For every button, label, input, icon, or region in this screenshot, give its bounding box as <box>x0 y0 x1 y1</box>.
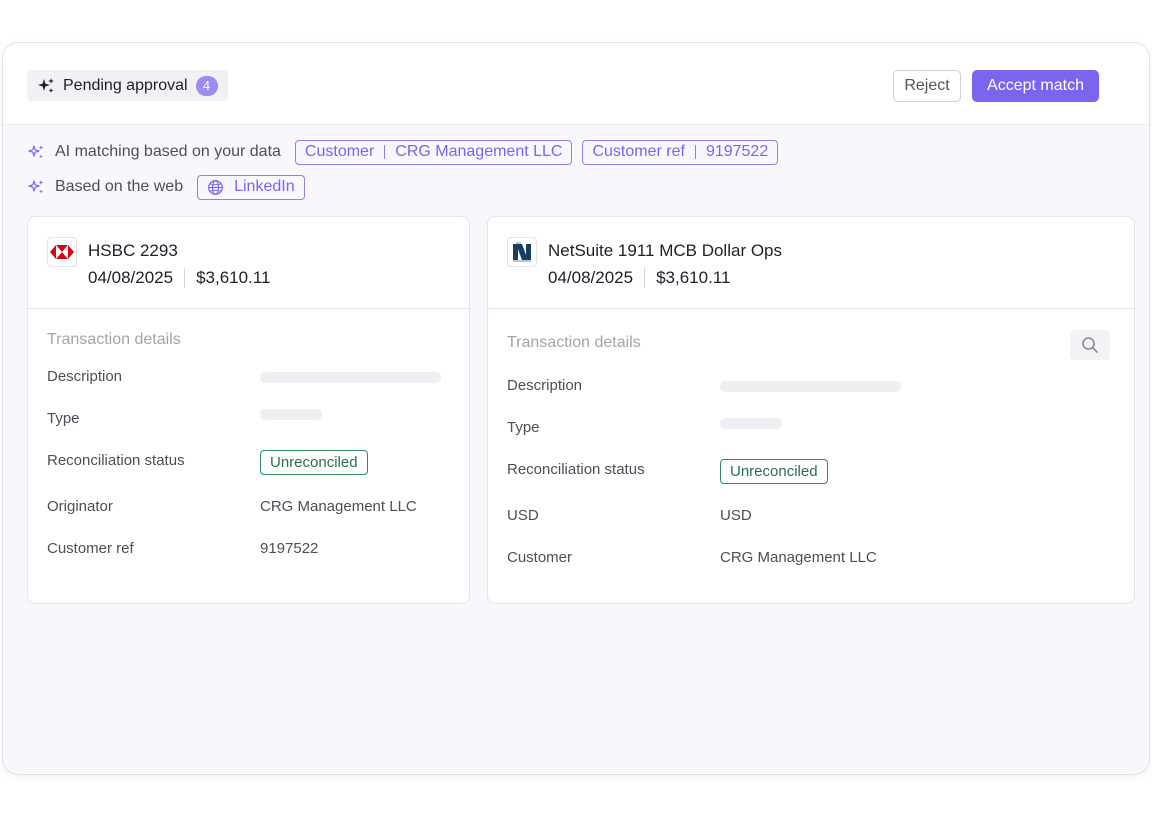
match-tag-customer[interactable]: Customer CRG Management LLC <box>294 139 573 165</box>
erp-transaction-card: NetSuite 1911 MCB Dollar Ops 04/08/2025 … <box>487 216 1135 604</box>
ai-matching-data-row: AI matching based on your data Customer … <box>27 139 779 165</box>
status-badge: Unreconciled <box>260 450 368 475</box>
match-tag-customer-ref[interactable]: Customer ref 9197522 <box>582 139 779 165</box>
bank-transaction-card: HSBC 2293 04/08/2025 $3,610.11 Transacti… <box>27 216 470 604</box>
account-name: HSBC 2293 <box>88 241 178 260</box>
card-header: HSBC 2293 04/08/2025 $3,610.11 <box>28 217 469 309</box>
reconciliation-status-label: Reconciliation status <box>507 461 645 478</box>
tag-divider <box>384 145 386 159</box>
meta-divider <box>644 268 646 288</box>
match-tag-linkedin[interactable]: LinkedIn <box>197 174 305 200</box>
pending-approval-pill[interactable]: Pending approval 4 <box>27 70 228 101</box>
ai-matching-web-label: Based on the web <box>55 178 184 195</box>
meta-divider <box>184 268 186 288</box>
tag-key: Customer <box>304 143 375 160</box>
description-label: Description <box>47 368 123 385</box>
sparkle-icon <box>37 77 55 95</box>
status-badge: Unreconciled <box>720 459 828 484</box>
tag-label: LinkedIn <box>234 178 295 195</box>
tag-divider <box>694 145 696 159</box>
transaction-date: 04/08/2025 <box>88 268 174 287</box>
hsbc-logo <box>47 237 77 267</box>
reject-button[interactable]: Reject <box>893 70 961 102</box>
search-icon <box>1081 336 1099 354</box>
description-placeholder <box>260 372 441 383</box>
account-meta: 04/08/2025 $3,610.11 <box>548 268 730 288</box>
sparkle-icon <box>27 143 45 161</box>
customer-value: CRG Management LLC <box>720 549 877 566</box>
customer-ref-label: Customer ref <box>47 540 134 557</box>
customer-ref-value: 9197522 <box>260 540 319 557</box>
netsuite-logo <box>507 237 537 267</box>
reconciliation-status-label: Reconciliation status <box>47 452 185 469</box>
panel-header: Pending approval 4 Reject Accept match <box>3 43 1149 125</box>
section-title: Transaction details <box>507 334 641 351</box>
account-meta: 04/08/2025 $3,610.11 <box>88 268 270 288</box>
search-button[interactable] <box>1070 330 1110 360</box>
card-header: NetSuite 1911 MCB Dollar Ops 04/08/2025 … <box>488 217 1134 309</box>
tag-key: Customer ref <box>592 143 685 160</box>
transaction-amount: $3,610.11 <box>196 268 271 287</box>
type-label: Type <box>507 419 540 436</box>
ai-matching-data-label: AI matching based on your data <box>55 143 281 160</box>
type-label: Type <box>47 410 80 427</box>
currency-label: USD <box>507 507 539 524</box>
originator-label: Originator <box>47 498 113 515</box>
match-approval-panel: Pending approval 4 Reject Accept match A… <box>2 42 1150 775</box>
originator-value: CRG Management LLC <box>260 498 417 515</box>
sparkle-icon <box>27 178 45 196</box>
transaction-date: 04/08/2025 <box>548 268 634 287</box>
description-label: Description <box>507 377 583 394</box>
tag-value: 9197522 <box>705 143 769 160</box>
section-title: Transaction details <box>47 331 181 348</box>
globe-icon <box>207 179 224 196</box>
pending-approval-label: Pending approval <box>63 76 188 94</box>
account-name: NetSuite 1911 MCB Dollar Ops <box>548 241 783 260</box>
type-placeholder <box>720 418 782 429</box>
pending-count-badge: 4 <box>195 75 218 96</box>
accept-match-button[interactable]: Accept match <box>972 70 1099 102</box>
type-placeholder <box>260 409 322 420</box>
currency-value: USD <box>720 507 752 524</box>
transaction-amount: $3,610.11 <box>656 268 731 287</box>
description-placeholder <box>720 381 901 392</box>
tag-value: CRG Management LLC <box>395 143 563 160</box>
ai-matching-web-row: Based on the web LinkedIn <box>27 174 305 200</box>
customer-label: Customer <box>507 549 573 566</box>
